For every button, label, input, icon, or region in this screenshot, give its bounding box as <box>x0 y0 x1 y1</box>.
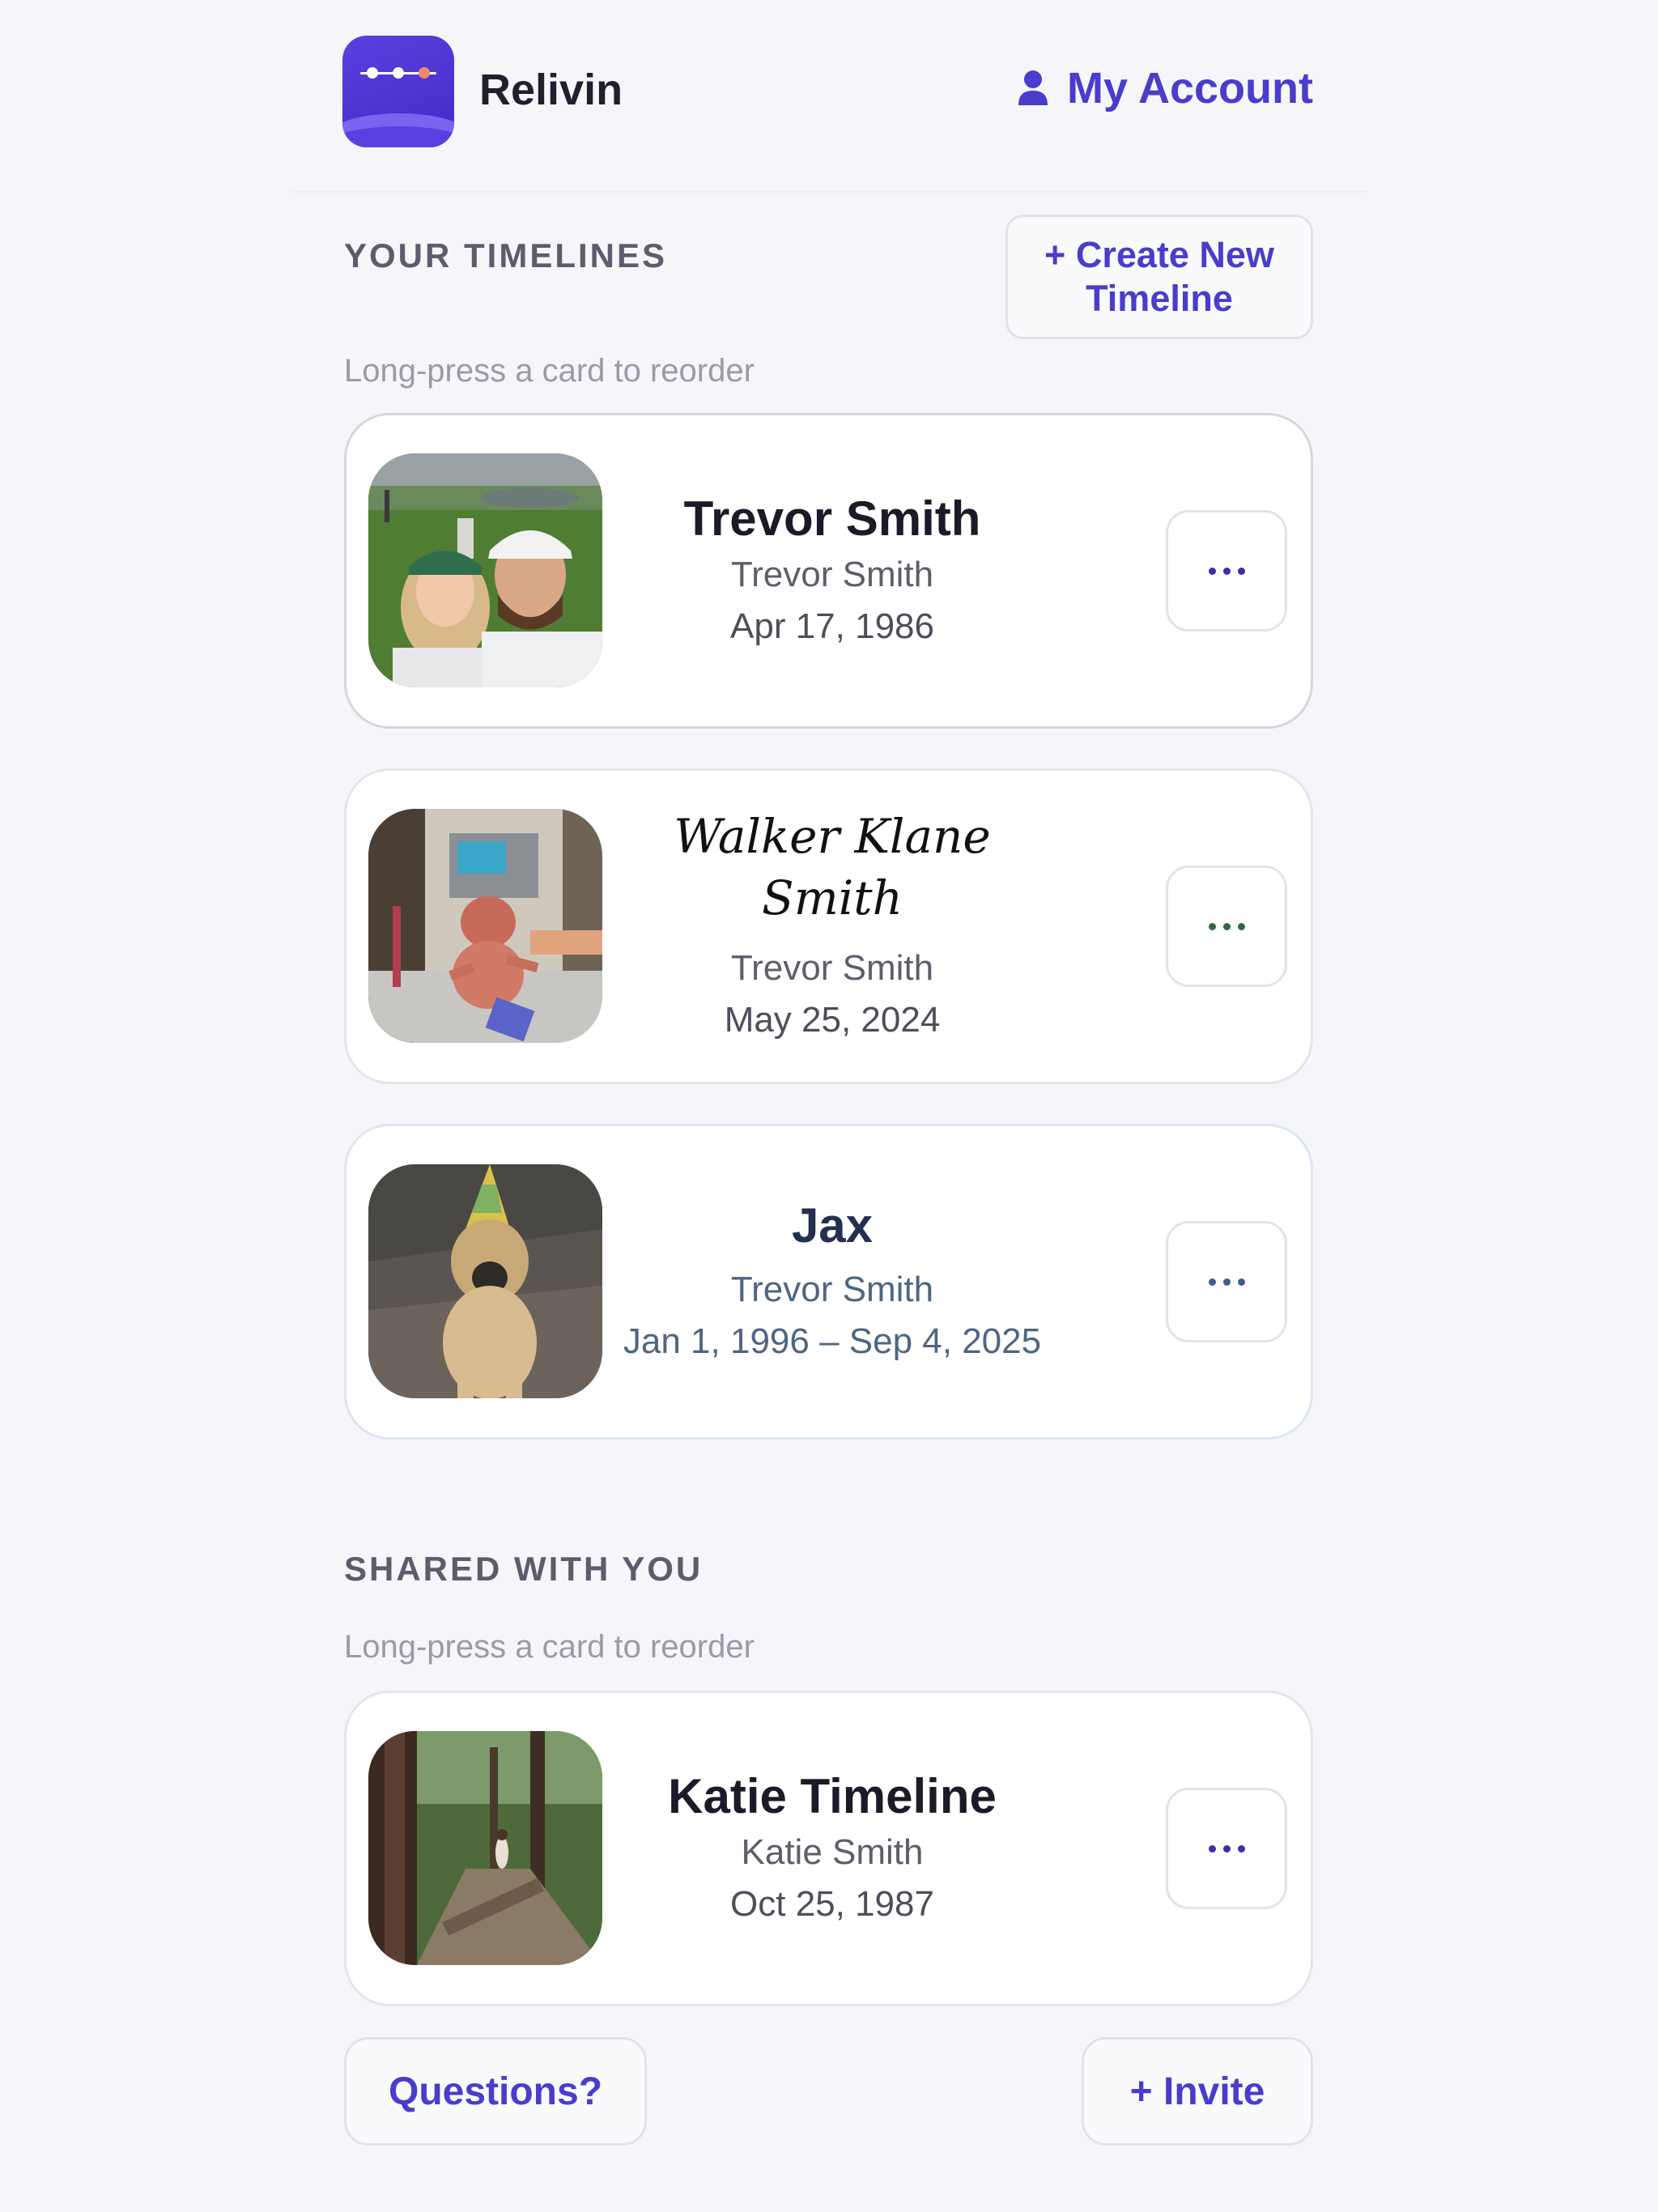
timeline-photo <box>368 1164 602 1398</box>
timeline-card[interactable]: Trevor Smith Trevor Smith Apr 17, 1986 <box>344 413 1313 729</box>
timeline-card[interactable]: Jax Trevor Smith Jan 1, 1996 – Sep 4, 20… <box>344 1124 1313 1440</box>
timeline-title: Walker Klane Smith <box>674 809 991 925</box>
timeline-title: Trevor Smith <box>683 491 981 546</box>
timeline-card[interactable]: Walker Klane Smith Trevor Smith May 25, … <box>344 768 1313 1084</box>
timeline-date: Oct 25, 1987 <box>730 1884 934 1924</box>
invite-button[interactable]: + Invite <box>1082 2037 1313 2146</box>
app-header: Relivin My Account <box>0 0 1658 191</box>
more-horizontal-icon <box>1208 1278 1216 1286</box>
timeline-title: Jax <box>791 1198 874 1253</box>
reorder-hint: Long-press a card to reorder <box>344 1629 755 1665</box>
timeline-info: Walker Klane Smith Trevor Smith May 25, … <box>622 771 1043 1082</box>
shared-with-you-heading: SHARED WITH YOU <box>344 1550 704 1588</box>
create-new-timeline-button[interactable]: + Create New Timeline <box>1005 215 1313 339</box>
timelines-page: Relivin My Account YOUR TIMELINES + Crea… <box>0 0 1658 2212</box>
timeline-more-button[interactable] <box>1166 1788 1287 1909</box>
timeline-owner: Trevor Smith <box>730 555 934 594</box>
timeline-photo <box>368 1731 602 1965</box>
timeline-more-button[interactable] <box>1166 1221 1287 1342</box>
timeline-owner: Katie Smith <box>741 1832 924 1872</box>
timeline-date: Jan 1, 1996 – Sep 4, 2025 <box>623 1321 1042 1361</box>
more-horizontal-icon <box>1208 567 1216 575</box>
questions-button[interactable]: Questions? <box>344 2037 647 2146</box>
your-timelines-heading: YOUR TIMELINES <box>344 236 668 274</box>
timeline-photo <box>368 453 602 687</box>
user-icon <box>1018 70 1048 105</box>
shared-timeline-card[interactable]: Katie Timeline Katie Smith Oct 25, 1987 <box>344 1691 1313 2006</box>
app-name: Relivin <box>479 66 623 114</box>
header-divider <box>291 191 1367 193</box>
timeline-owner: Trevor Smith <box>730 948 934 988</box>
timeline-photo <box>368 809 602 1043</box>
more-horizontal-icon <box>1208 1844 1216 1853</box>
timeline-info: Katie Timeline Katie Smith Oct 25, 1987 <box>622 1693 1043 2004</box>
my-account-button[interactable]: My Account <box>1017 63 1313 113</box>
my-account-label: My Account <box>1066 64 1313 113</box>
timeline-owner: Trevor Smith <box>730 1270 934 1309</box>
reorder-hint: Long-press a card to reorder <box>344 353 755 389</box>
timeline-more-button[interactable] <box>1166 866 1287 987</box>
timeline-more-button[interactable] <box>1166 510 1287 632</box>
app-logo-icon <box>342 36 454 147</box>
more-horizontal-icon <box>1208 922 1216 930</box>
timeline-title: Katie Timeline <box>668 1769 997 1823</box>
timeline-date: Apr 17, 1986 <box>730 606 934 646</box>
timeline-date: May 25, 2024 <box>724 1000 941 1040</box>
timeline-info: Trevor Smith Trevor Smith Apr 17, 1986 <box>622 415 1043 726</box>
timeline-info: Jax Trevor Smith Jan 1, 1996 – Sep 4, 20… <box>622 1126 1043 1437</box>
